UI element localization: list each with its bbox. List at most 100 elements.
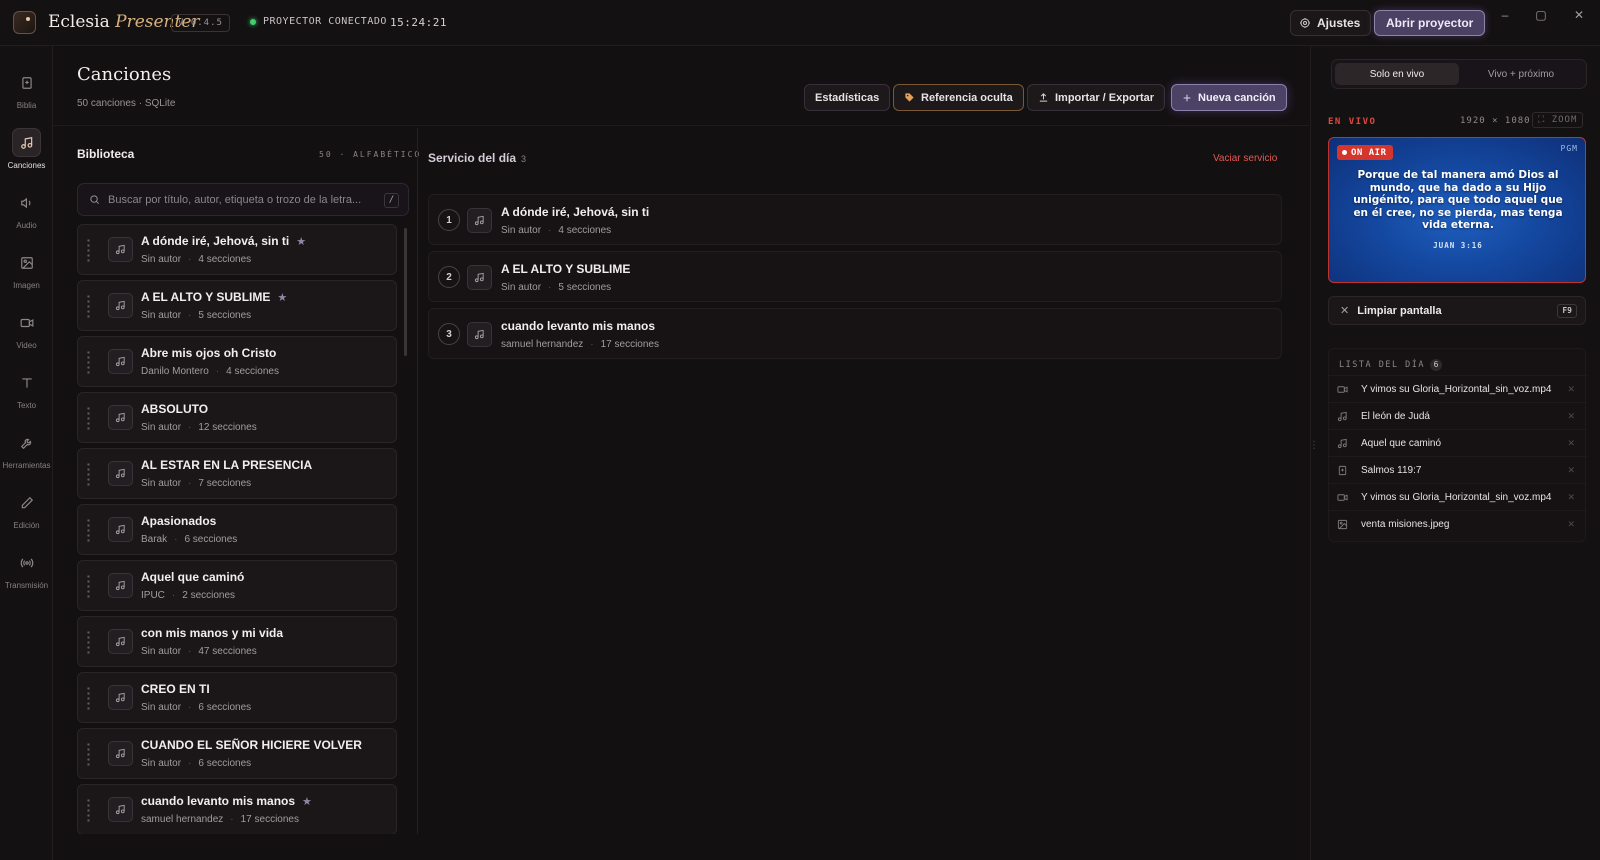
day-list-item[interactable]: El león de Judá ✕ — [1329, 402, 1587, 429]
rail-item-audio[interactable]: Audio — [0, 184, 53, 240]
song-author: Danilo Montero — [141, 366, 209, 377]
open-projector-button[interactable]: Abrir proyector — [1374, 10, 1486, 36]
remove-item-icon[interactable]: ✕ — [1567, 384, 1575, 395]
day-list-item[interactable]: Y vimos su Gloria_Horizontal_sin_voz.mp4… — [1329, 483, 1587, 510]
song-item[interactable]: con mis manos y mi vida Sin autor · 47 sec… — [77, 616, 397, 667]
song-meta: samuel hernandez · 17 secciones — [141, 814, 299, 825]
rail-item-biblia[interactable]: Biblia — [0, 64, 53, 120]
rail-item-video[interactable]: Video — [0, 304, 53, 360]
mode-option-live-only[interactable]: Solo en vivo — [1335, 63, 1459, 85]
zoom-button[interactable]: ⛶ ZOOM — [1532, 112, 1584, 128]
song-author: Sin autor — [141, 422, 182, 433]
remove-item-icon[interactable]: ✕ — [1567, 465, 1575, 476]
day-list-title-label: LISTA DEL DÍA — [1339, 360, 1426, 370]
drag-handle-icon[interactable] — [87, 406, 90, 430]
settings-button[interactable]: Ajustes — [1290, 10, 1372, 36]
song-sections: 4 secciones — [198, 254, 252, 265]
song-author: Sin autor — [141, 254, 182, 265]
rail-item-canciones[interactable]: Canciones — [0, 124, 53, 180]
title-bar: Eclesia Presenter V 0.4.5 PROYECTOR CONE… — [0, 0, 1600, 46]
drag-handle-icon[interactable] — [87, 574, 90, 598]
rail-label: Edición — [13, 521, 40, 530]
song-item[interactable]: AL ESTAR EN LA PRESENCIA Sin autor · 7 sec… — [77, 448, 397, 499]
song-item[interactable]: CUANDO EL SEÑOR HICIERE VOLVER Sin autor… — [77, 728, 397, 779]
rail-item-imagen[interactable]: Imagen — [0, 244, 53, 300]
rail-item-transmision[interactable]: Transmisión — [0, 544, 53, 600]
drag-handle-icon[interactable] — [87, 630, 90, 654]
drag-handle-icon[interactable] — [87, 686, 90, 710]
service-item[interactable]: 3 cuando levanto mis manos samuel hernan… — [428, 308, 1282, 359]
song-meta: Sin autor · 7 secciones — [141, 478, 252, 489]
song-item[interactable]: A EL ALTO Y SUBLIME ★ Sin autor · 5 seccion… — [77, 280, 397, 331]
drag-handle-icon[interactable] — [87, 462, 90, 486]
song-item[interactable]: Abre mis ojos oh Cristo Danilo Montero · 4… — [77, 336, 397, 387]
clear-screen-button[interactable]: ✕ Limpiar pantalla F9 — [1328, 296, 1586, 325]
song-title: CREO EN TI — [141, 682, 210, 696]
favorite-star-icon[interactable]: ★ — [277, 292, 287, 304]
service-item[interactable]: 1 A dónde iré, Jehová, sin ti Sin autor ·… — [428, 194, 1282, 245]
stats-button[interactable]: Estadísticas — [804, 84, 891, 111]
song-title: ABSOLUTO — [141, 402, 209, 416]
drag-handle-icon[interactable] — [87, 518, 90, 542]
panel-splitter[interactable] — [417, 128, 418, 834]
drag-handle-icon[interactable] — [87, 798, 90, 822]
video-icon — [12, 308, 41, 337]
live-dot-icon — [1342, 150, 1347, 155]
connection-label: PROYECTOR CONECTADO — [263, 16, 387, 27]
song-item[interactable]: CREO EN TI Sin autor · 6 secciones — [77, 672, 397, 723]
rail-item-edicion[interactable]: Edición — [0, 484, 53, 540]
live-preview[interactable]: ON AIR PGM Porque de tal manera amó Dios… — [1328, 137, 1586, 283]
remove-item-icon[interactable]: ✕ — [1567, 492, 1575, 503]
drag-handle-icon[interactable] — [87, 350, 90, 374]
drag-handle-icon[interactable] — [87, 294, 90, 318]
song-item[interactable]: cuando levanto mis manos ★ samuel hernand… — [77, 784, 397, 834]
library-search: / — [77, 183, 409, 216]
rail-label: Biblia — [16, 101, 37, 110]
rail-item-texto[interactable]: Texto — [0, 364, 53, 420]
library-scrollbar[interactable] — [404, 228, 407, 356]
restore-window-icon[interactable]: ▢ — [1534, 8, 1548, 22]
day-list-item-label: El león de Judá — [1361, 411, 1430, 422]
drag-handle-icon[interactable] — [87, 742, 90, 766]
broadcast-icon — [12, 548, 41, 577]
remove-item-icon[interactable]: ✕ — [1567, 411, 1575, 422]
search-shortcut-key: / — [384, 193, 399, 208]
verse-reference: JUAN 3:16 — [1433, 241, 1483, 250]
close-window-icon[interactable]: ✕ — [1572, 8, 1586, 22]
day-list-item-label: venta misiones.jpeg — [1361, 519, 1450, 530]
favorite-star-icon[interactable]: ★ — [302, 796, 312, 808]
remove-item-icon[interactable]: ✕ — [1567, 519, 1575, 530]
song-title: AL ESTAR EN LA PRESENCIA — [141, 458, 313, 472]
song-item[interactable]: Apasionados Barak · 6 secciones — [77, 504, 397, 555]
day-list-item[interactable]: venta misiones.jpeg ✕ — [1329, 510, 1587, 537]
song-item[interactable]: ABSOLUTO Sin autor · 12 secciones — [77, 392, 397, 443]
plus-icon — [1182, 93, 1192, 103]
minimize-window-icon[interactable]: – — [1498, 8, 1512, 22]
service-item[interactable]: 2 A EL ALTO Y SUBLIME Sin autor · 5 seccio… — [428, 251, 1282, 302]
mode-option-live-next[interactable]: Vivo + próximo — [1459, 63, 1583, 85]
day-list-item[interactable]: Aquel que caminó ✕ — [1329, 429, 1587, 456]
panel-resize-handle[interactable]: ⋮ — [1309, 440, 1319, 451]
clear-service-button[interactable]: Vaciar servicio — [1213, 153, 1277, 164]
song-item[interactable]: Aquel que caminó IPUC · 2 secciones — [77, 560, 397, 611]
favorite-star-icon[interactable]: ★ — [296, 236, 306, 248]
song-title: A EL ALTO Y SUBLIME — [141, 290, 271, 304]
wrench-icon — [12, 428, 41, 457]
service-item-meta: Sin autor · 4 secciones — [501, 225, 612, 236]
hidden-reference-button[interactable]: Referencia oculta — [893, 84, 1024, 111]
rail-item-herramientas[interactable]: Herramientas — [0, 424, 53, 480]
gear-icon — [1299, 17, 1311, 29]
song-title-row: CUANDO EL SEÑOR HICIERE VOLVER — [141, 738, 369, 752]
song-meta: Barak · 6 secciones — [141, 534, 238, 545]
music-note-icon — [108, 797, 133, 822]
day-list-item[interactable]: Salmos 119:7 ✕ — [1329, 456, 1587, 483]
remove-item-icon[interactable]: ✕ — [1567, 438, 1575, 449]
search-input[interactable] — [108, 193, 378, 206]
import-export-button[interactable]: Importar / Exportar — [1027, 84, 1166, 111]
new-song-button[interactable]: Nueva canción — [1171, 84, 1287, 111]
song-item[interactable]: A dónde iré, Jehová, sin ti ★ Sin autor · 4… — [77, 224, 397, 275]
music-note-icon — [1337, 438, 1348, 449]
day-list-item[interactable]: Y vimos su Gloria_Horizontal_sin_voz.mp4… — [1329, 375, 1587, 402]
song-title-row: A EL ALTO Y SUBLIME ★ — [141, 290, 287, 304]
drag-handle-icon[interactable] — [87, 238, 90, 262]
